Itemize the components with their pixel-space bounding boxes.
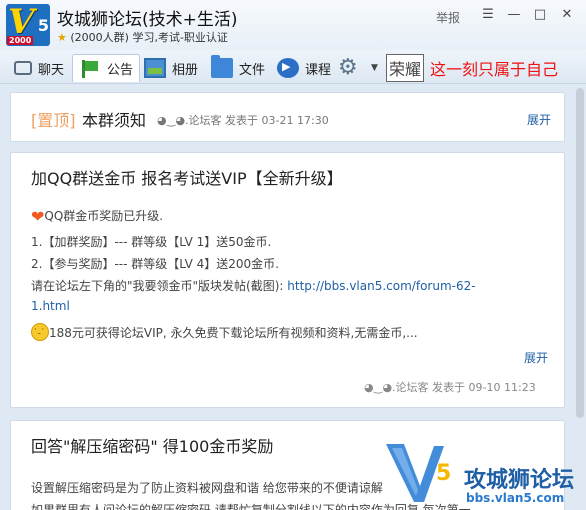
tab-chat[interactable]: 聊天 <box>12 54 64 82</box>
logo-number: 5 <box>37 16 49 35</box>
tab-chat-label: 聊天 <box>38 62 65 78</box>
star-icon: ★ <box>57 31 67 44</box>
watermark-brand: 攻城狮论坛 <box>464 468 575 493</box>
watermark-url: bbs.vlan5.com <box>466 491 565 505</box>
course-icon <box>277 58 299 78</box>
notice-line-text: 请在论坛左下角的"我要领金币"版块发帖(截图): <box>31 279 288 293</box>
heart-icon: ❤ <box>31 207 45 226</box>
skin-icon[interactable]: ☰ <box>478 6 498 24</box>
minimize-button[interactable]: — <box>504 6 524 24</box>
close-button[interactable]: ✕ <box>557 6 577 24</box>
notice-title[interactable]: 加QQ群送金币 报名考试送VIP【全新升级】 <box>31 165 343 189</box>
pinned-notice[interactable]: [置顶] 本群须知 ◕‿◕.论坛客 发表于 03-21 17:30 展开 <box>10 92 565 142</box>
scrollbar[interactable] <box>576 88 584 418</box>
flag-icon <box>79 59 101 79</box>
maximize-button[interactable]: □ <box>530 6 550 24</box>
notice-line: 1.【加群奖励】--- 群等级【LV 1】送50金币. <box>31 235 272 249</box>
logo-year: 2000 <box>7 36 34 45</box>
notice-line-text: 188元可获得论坛VIP, 永久免费下载论坛所有视频和资料,无需金币,... <box>49 326 418 340</box>
notice-line: 请在论坛左下角的"我要领金币"版块发帖(截图): http://bbs.vlan… <box>31 277 476 294</box>
group-subtitle-text: (2000人群) 学习,考试-职业认证 <box>70 31 228 44</box>
svg-text:5: 5 <box>436 461 451 486</box>
thinking-emoji-icon <box>31 323 49 341</box>
notice-line: 188元可获得论坛VIP, 永久免费下载论坛所有视频和资料,无需金币,... <box>31 323 418 341</box>
notice-card[interactable]: 加QQ群送金币 报名考试送VIP【全新升级】 ❤QQ群金币奖励已升级. 1.【加… <box>10 152 565 408</box>
notice-meta: ◕‿◕.论坛客 发表于 09-10 11:23 <box>364 381 536 394</box>
notice-line: ❤QQ群金币奖励已升级. <box>31 207 163 226</box>
toolbar: 聊天 公告 相册 文件 课程 ⚙ ▼ 荣耀 这一刻只属于自己 <box>0 50 586 84</box>
tab-announcement-label: 公告 <box>107 63 134 78</box>
title-bar: V 5 2000 攻城狮论坛(技术+生活) ★ (2000人群) 学习,考试-职… <box>0 0 586 50</box>
slogan-text: 这一刻只属于自己 <box>430 60 559 79</box>
pinned-meta: ◕‿◕.论坛客 发表于 03-21 17:30 <box>157 114 329 127</box>
notice-line: 设置解压缩密码是为了防止资料被网盘和谐 给您带来的不便请谅解 <box>31 481 383 495</box>
notice-line: 1.html <box>31 299 70 313</box>
pinned-title[interactable]: 本群须知 <box>82 107 146 131</box>
notice-title[interactable]: 回答"解压缩密码" 得100金币奖励 <box>31 433 273 457</box>
group-subtitle: ★ (2000人群) 学习,考试-职业认证 <box>57 29 228 45</box>
photo-icon <box>144 58 166 78</box>
settings-menu[interactable]: ⚙ ▼ <box>338 54 378 82</box>
group-logo[interactable]: V 5 2000 <box>6 4 50 46</box>
announcement-list[interactable]: [置顶] 本群须知 ◕‿◕.论坛客 发表于 03-21 17:30 展开 加QQ… <box>0 84 586 510</box>
tab-course-label: 课程 <box>305 62 332 78</box>
notice-expand-link[interactable]: 展开 <box>524 349 548 366</box>
forum-link-continued[interactable]: 1.html <box>31 299 70 313</box>
tab-announcement[interactable]: 公告 <box>72 54 141 82</box>
tab-files-label: 文件 <box>239 62 266 78</box>
forum-link[interactable]: http://bbs.vlan5.com/forum-62- <box>287 279 475 293</box>
folder-icon <box>211 55 233 78</box>
group-name[interactable]: 攻城狮论坛(技术+生活) <box>57 5 238 30</box>
group-slogan: 荣耀 这一刻只属于自己 <box>386 53 558 83</box>
tab-files[interactable]: 文件 <box>211 54 265 82</box>
vlan5-watermark-logo: 5 <box>386 444 451 502</box>
chat-icon <box>14 61 32 75</box>
pinned-expand-link[interactable]: 展开 <box>527 111 551 128</box>
pinned-tag: [置顶] <box>31 111 76 130</box>
notice-line: 2.【参与奖励】--- 群等级【LV 4】送200金币. <box>31 257 279 271</box>
report-button[interactable]: 举报 <box>436 9 460 26</box>
gear-icon: ⚙ <box>338 55 358 80</box>
tab-album[interactable]: 相册 <box>144 54 198 82</box>
chevron-down-icon: ▼ <box>371 63 378 73</box>
tab-album-label: 相册 <box>172 62 199 78</box>
slogan-box: 荣耀 <box>386 54 425 82</box>
tab-course[interactable]: 课程 <box>277 54 331 82</box>
notice-line-text: QQ群金币奖励已升级. <box>44 209 164 223</box>
